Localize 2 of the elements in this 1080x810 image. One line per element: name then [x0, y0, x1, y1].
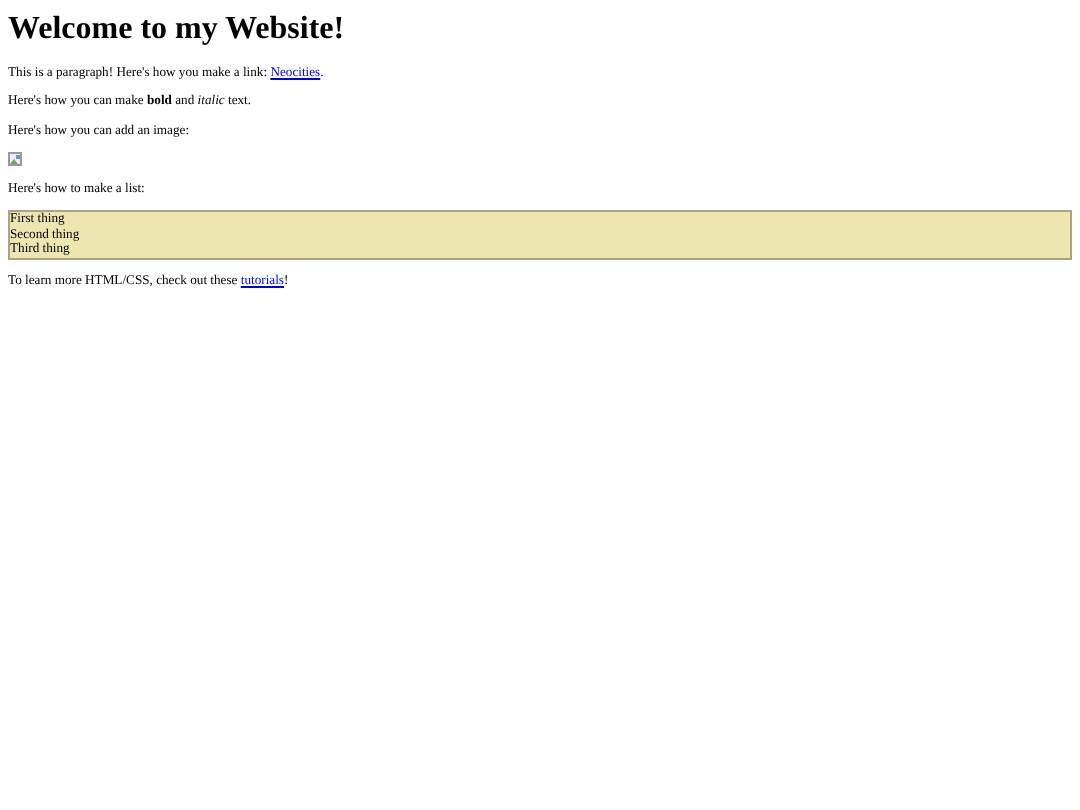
broken-image-icon	[8, 152, 24, 169]
page-heading: Welcome to my Website!	[8, 12, 347, 48]
